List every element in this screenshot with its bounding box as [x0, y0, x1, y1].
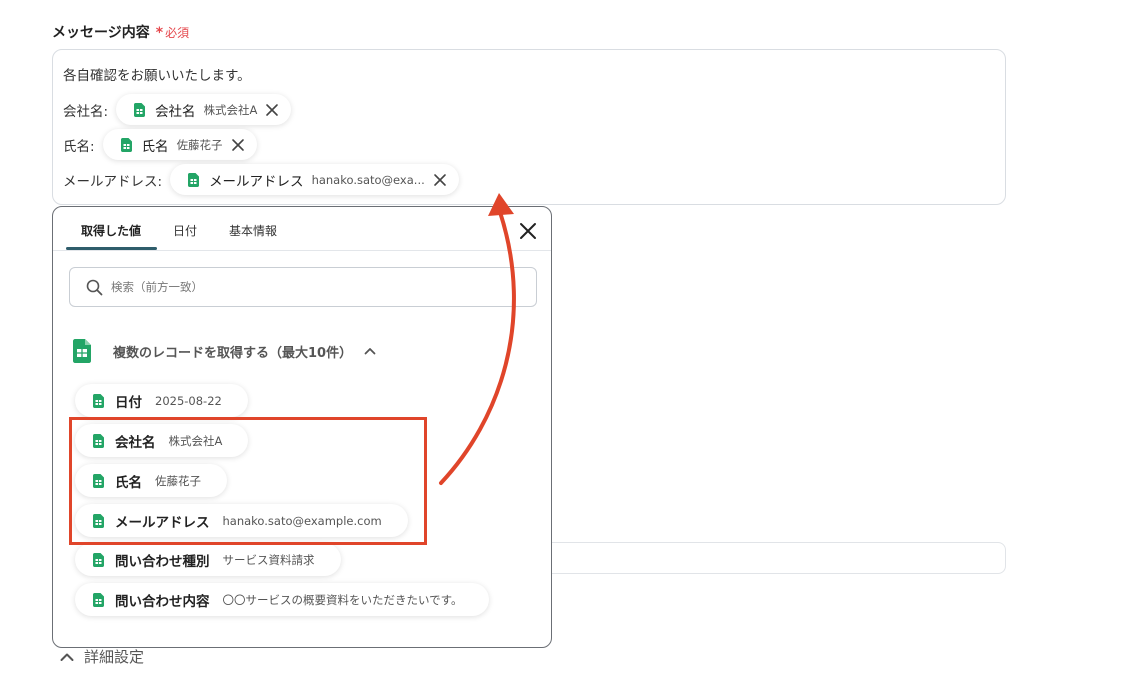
variable-token-company[interactable]: 会社名 株式会社A	[116, 94, 292, 125]
item-name: 問い合わせ内容	[115, 593, 210, 610]
line-label: メールアドレス:	[63, 173, 163, 190]
token-name: 会社名	[155, 103, 196, 120]
variable-token-name[interactable]: 氏名 佐藤花子	[102, 129, 257, 160]
message-field-label: メッセージ内容 * 必須	[52, 22, 189, 42]
record-group-header[interactable]: 複数のレコードを取得する（最大10件）	[73, 339, 376, 363]
search-box	[69, 267, 537, 307]
group-title: 複数のレコードを取得する（最大10件）	[113, 345, 353, 361]
advanced-settings-toggle[interactable]: 詳細設定	[60, 646, 144, 667]
remove-token-icon[interactable]	[265, 103, 279, 117]
sheets-icon	[93, 552, 104, 567]
message-line-company: 会社名: 会社名 株式会社A	[63, 94, 292, 125]
intro-text: 各自確認をお願いいたします。	[63, 68, 251, 84]
message-intro: 各自確認をお願いいたします。	[63, 64, 251, 84]
variable-token-email[interactable]: メールアドレス hanako.sato@exa...	[170, 164, 459, 195]
chevron-up-icon	[60, 653, 74, 661]
advanced-settings-label: 詳細設定	[84, 648, 145, 666]
line-label: 氏名:	[63, 138, 95, 155]
line-label: 会社名:	[63, 103, 109, 120]
message-editor[interactable]: 各自確認をお願いいたします。 会社名: 会社名 株式会社A 氏名: 氏名 佐藤花…	[52, 49, 1006, 205]
search-icon	[86, 279, 103, 295]
token-name: 氏名	[141, 138, 169, 155]
item-name: 日付	[115, 394, 142, 411]
active-tab-indicator	[66, 247, 157, 250]
remove-token-icon[interactable]	[231, 138, 245, 152]
tab-date[interactable]: 日付	[173, 222, 197, 239]
sheets-icon	[73, 339, 91, 363]
item-value: サービス資料請求	[222, 552, 315, 567]
tab-retrieved-values[interactable]: 取得した値	[81, 222, 141, 239]
message-line-name: 氏名: 氏名 佐藤花子	[63, 129, 257, 160]
token-value: 佐藤花子	[176, 137, 223, 152]
close-icon[interactable]	[519, 222, 537, 240]
token-value: hanako.sato@exa...	[311, 172, 425, 187]
list-item-inquiry-type[interactable]: 問い合わせ種別 サービス資料請求	[75, 543, 341, 576]
item-value: 〇〇サービスの概要資料をいただきたいです。	[222, 592, 463, 607]
sheets-icon	[134, 102, 146, 117]
message-line-email: メールアドレス: メールアドレス hanako.sato@exa...	[63, 164, 459, 195]
remove-token-icon[interactable]	[433, 173, 447, 187]
search-input[interactable]	[111, 280, 511, 294]
list-item-date[interactable]: 日付 2025-08-22	[75, 384, 248, 417]
popup-tabs: 取得した値 日付 基本情報	[53, 207, 551, 251]
background-input-field[interactable]	[478, 542, 1006, 574]
highlight-box	[69, 417, 427, 545]
item-name: 問い合わせ種別	[115, 553, 210, 570]
tab-basic-info[interactable]: 基本情報	[229, 222, 277, 239]
required-text: 必須	[165, 26, 190, 40]
token-value: 株式会社A	[203, 102, 258, 117]
list-item-inquiry-content[interactable]: 問い合わせ内容 〇〇サービスの概要資料をいただきたいです。	[75, 583, 489, 616]
sheets-icon	[93, 592, 104, 607]
item-value: 2025-08-22	[155, 393, 222, 408]
sheets-icon	[120, 137, 132, 152]
chevron-up-icon	[364, 348, 376, 355]
required-mark: *	[155, 25, 164, 41]
sheets-icon	[188, 172, 200, 187]
token-name: メールアドレス	[209, 173, 304, 190]
field-label-text: メッセージ内容	[52, 25, 150, 41]
sheets-icon	[93, 393, 104, 408]
